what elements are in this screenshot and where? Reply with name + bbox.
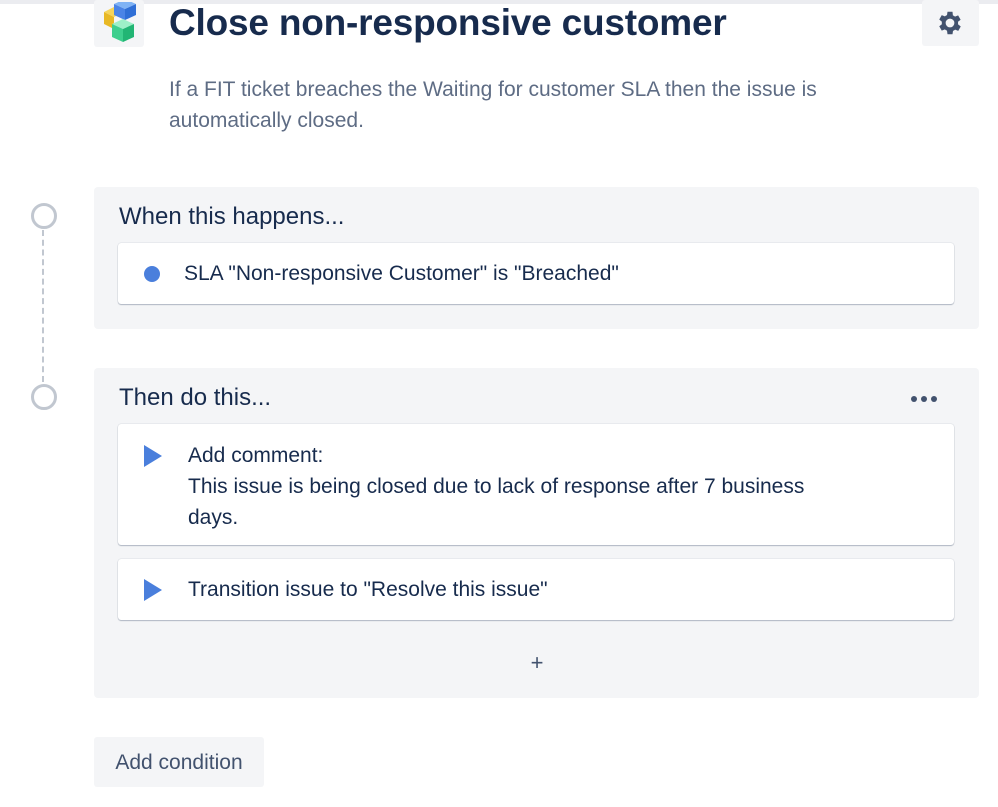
dot-icon <box>144 266 160 282</box>
action-card-text: Add comment: This issue is being closed … <box>188 440 808 533</box>
plus-icon: + <box>530 650 544 675</box>
more-horizontal-icon <box>921 396 927 402</box>
settings-button[interactable] <box>922 0 979 46</box>
add-condition-button[interactable]: Add condition <box>94 737 264 787</box>
more-options-button[interactable] <box>906 386 946 410</box>
timeline-node-trigger <box>31 203 57 229</box>
play-icon <box>144 445 162 467</box>
page-title: Close non-responsive customer <box>169 2 727 43</box>
timeline-node-action <box>31 384 57 410</box>
play-icon <box>144 579 162 601</box>
action-title: Transition issue to "Resolve this issue" <box>188 578 548 601</box>
more-horizontal-icon <box>911 396 917 402</box>
timeline-connector <box>42 230 44 382</box>
trigger-label: SLA "Non-responsive Customer" is "Breach… <box>184 262 619 285</box>
trigger-section: When this happens... SLA "Non-responsive… <box>94 187 979 329</box>
action-body: This issue is being closed due to lack o… <box>188 475 805 529</box>
action-section-heading: Then do this... <box>119 384 272 411</box>
trigger-section-heading: When this happens... <box>119 203 345 230</box>
more-horizontal-icon <box>931 396 937 402</box>
stacked-cubes-icon <box>104 2 136 42</box>
rule-description: If a FIT ticket breaches the Waiting for… <box>169 78 817 132</box>
rule-app-icon <box>94 0 144 47</box>
action-card-transition[interactable]: Transition issue to "Resolve this issue" <box>118 559 954 620</box>
add-action-button[interactable]: + <box>522 648 552 678</box>
trigger-card[interactable]: SLA "Non-responsive Customer" is "Breach… <box>118 243 954 304</box>
action-card-add-comment[interactable]: Add comment: This issue is being closed … <box>118 424 954 545</box>
action-title: Add comment: <box>188 444 324 467</box>
gear-icon <box>939 11 961 35</box>
action-section: Then do this... Add comment: This issue … <box>94 368 979 698</box>
